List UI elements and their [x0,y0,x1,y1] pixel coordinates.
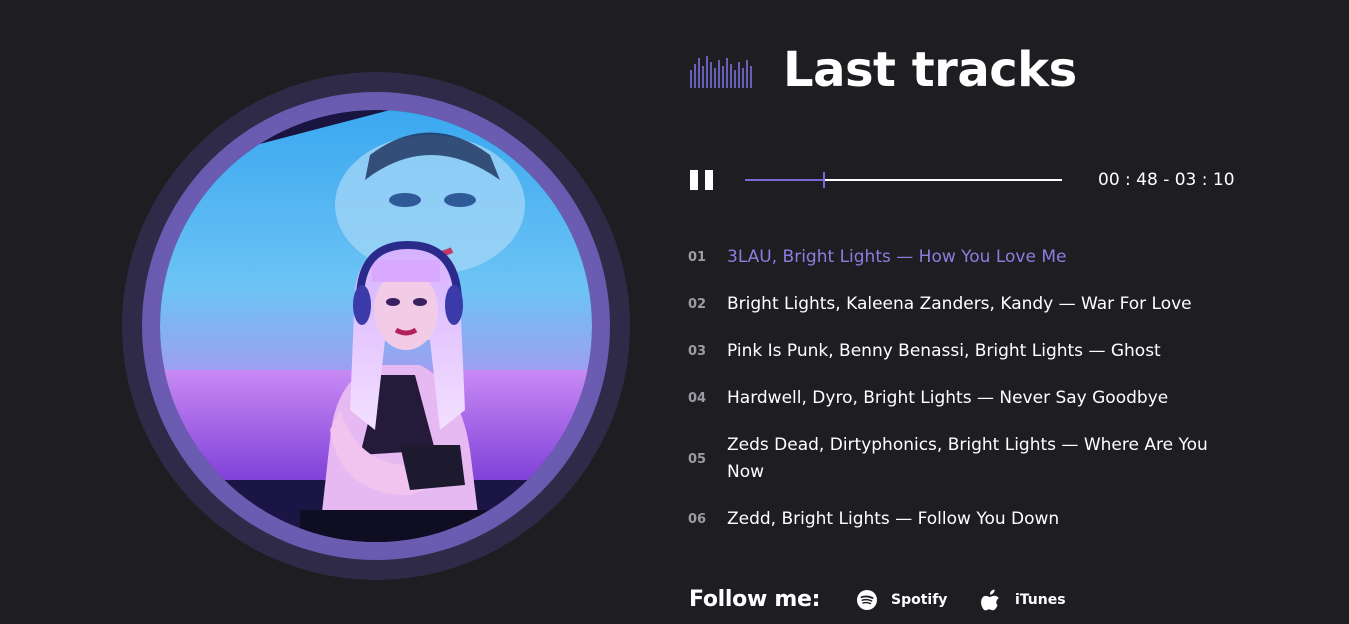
track-number: 01 [688,250,707,265]
progress-bar[interactable] [745,172,1062,188]
pause-icon [690,170,698,190]
itunes-label: iTunes [1015,592,1066,608]
progress-handle[interactable] [823,172,825,188]
tracks-section: Last tracks 00 : 48 - 03 : 10 01 3LAU, B… [0,0,1349,624]
track-number: 04 [688,391,707,406]
equalizer-icon [690,56,752,88]
track-title: Bright Lights, Kaleena Zanders, Kandy — … [727,294,1192,314]
apple-icon [981,589,999,611]
track-number: 02 [688,297,707,312]
track-number: 06 [688,512,707,527]
pause-button[interactable] [690,170,716,190]
track-title: Hardwell, Dyro, Bright Lights — Never Sa… [727,388,1169,408]
itunes-link[interactable]: iTunes [981,588,1066,612]
track-title: Pink Is Punk, Benny Benassi, Bright Ligh… [727,341,1161,361]
track-item[interactable]: 01 3LAU, Bright Lights — How You Love Me [688,244,1248,271]
section-title: Last tracks [783,42,1077,98]
track-number: 03 [688,344,707,359]
spotify-link[interactable]: Spotify [857,588,947,612]
track-item[interactable]: 02 Bright Lights, Kaleena Zanders, Kandy… [688,291,1248,318]
progress-fill [745,179,824,181]
spotify-icon [857,590,877,610]
dj-photo [160,110,592,542]
time-display: 00 : 48 - 03 : 10 [1098,170,1235,190]
track-title: Zeds Dead, Dirtyphonics, Bright Lights —… [727,435,1208,482]
track-title: 3LAU, Bright Lights — How You Love Me [727,247,1067,267]
track-item[interactable]: 03 Pink Is Punk, Benny Benassi, Bright L… [688,338,1248,365]
track-item[interactable]: 04 Hardwell, Dyro, Bright Lights — Never… [688,385,1248,412]
track-item[interactable]: 06 Zedd, Bright Lights — Follow You Down [688,506,1248,533]
spotify-label: Spotify [891,592,948,608]
track-number: 05 [688,452,707,467]
track-item[interactable]: 05 Zeds Dead, Dirtyphonics, Bright Light… [688,432,1248,486]
track-title: Zedd, Bright Lights — Follow You Down [727,509,1060,529]
follow-label: Follow me: [689,587,821,612]
